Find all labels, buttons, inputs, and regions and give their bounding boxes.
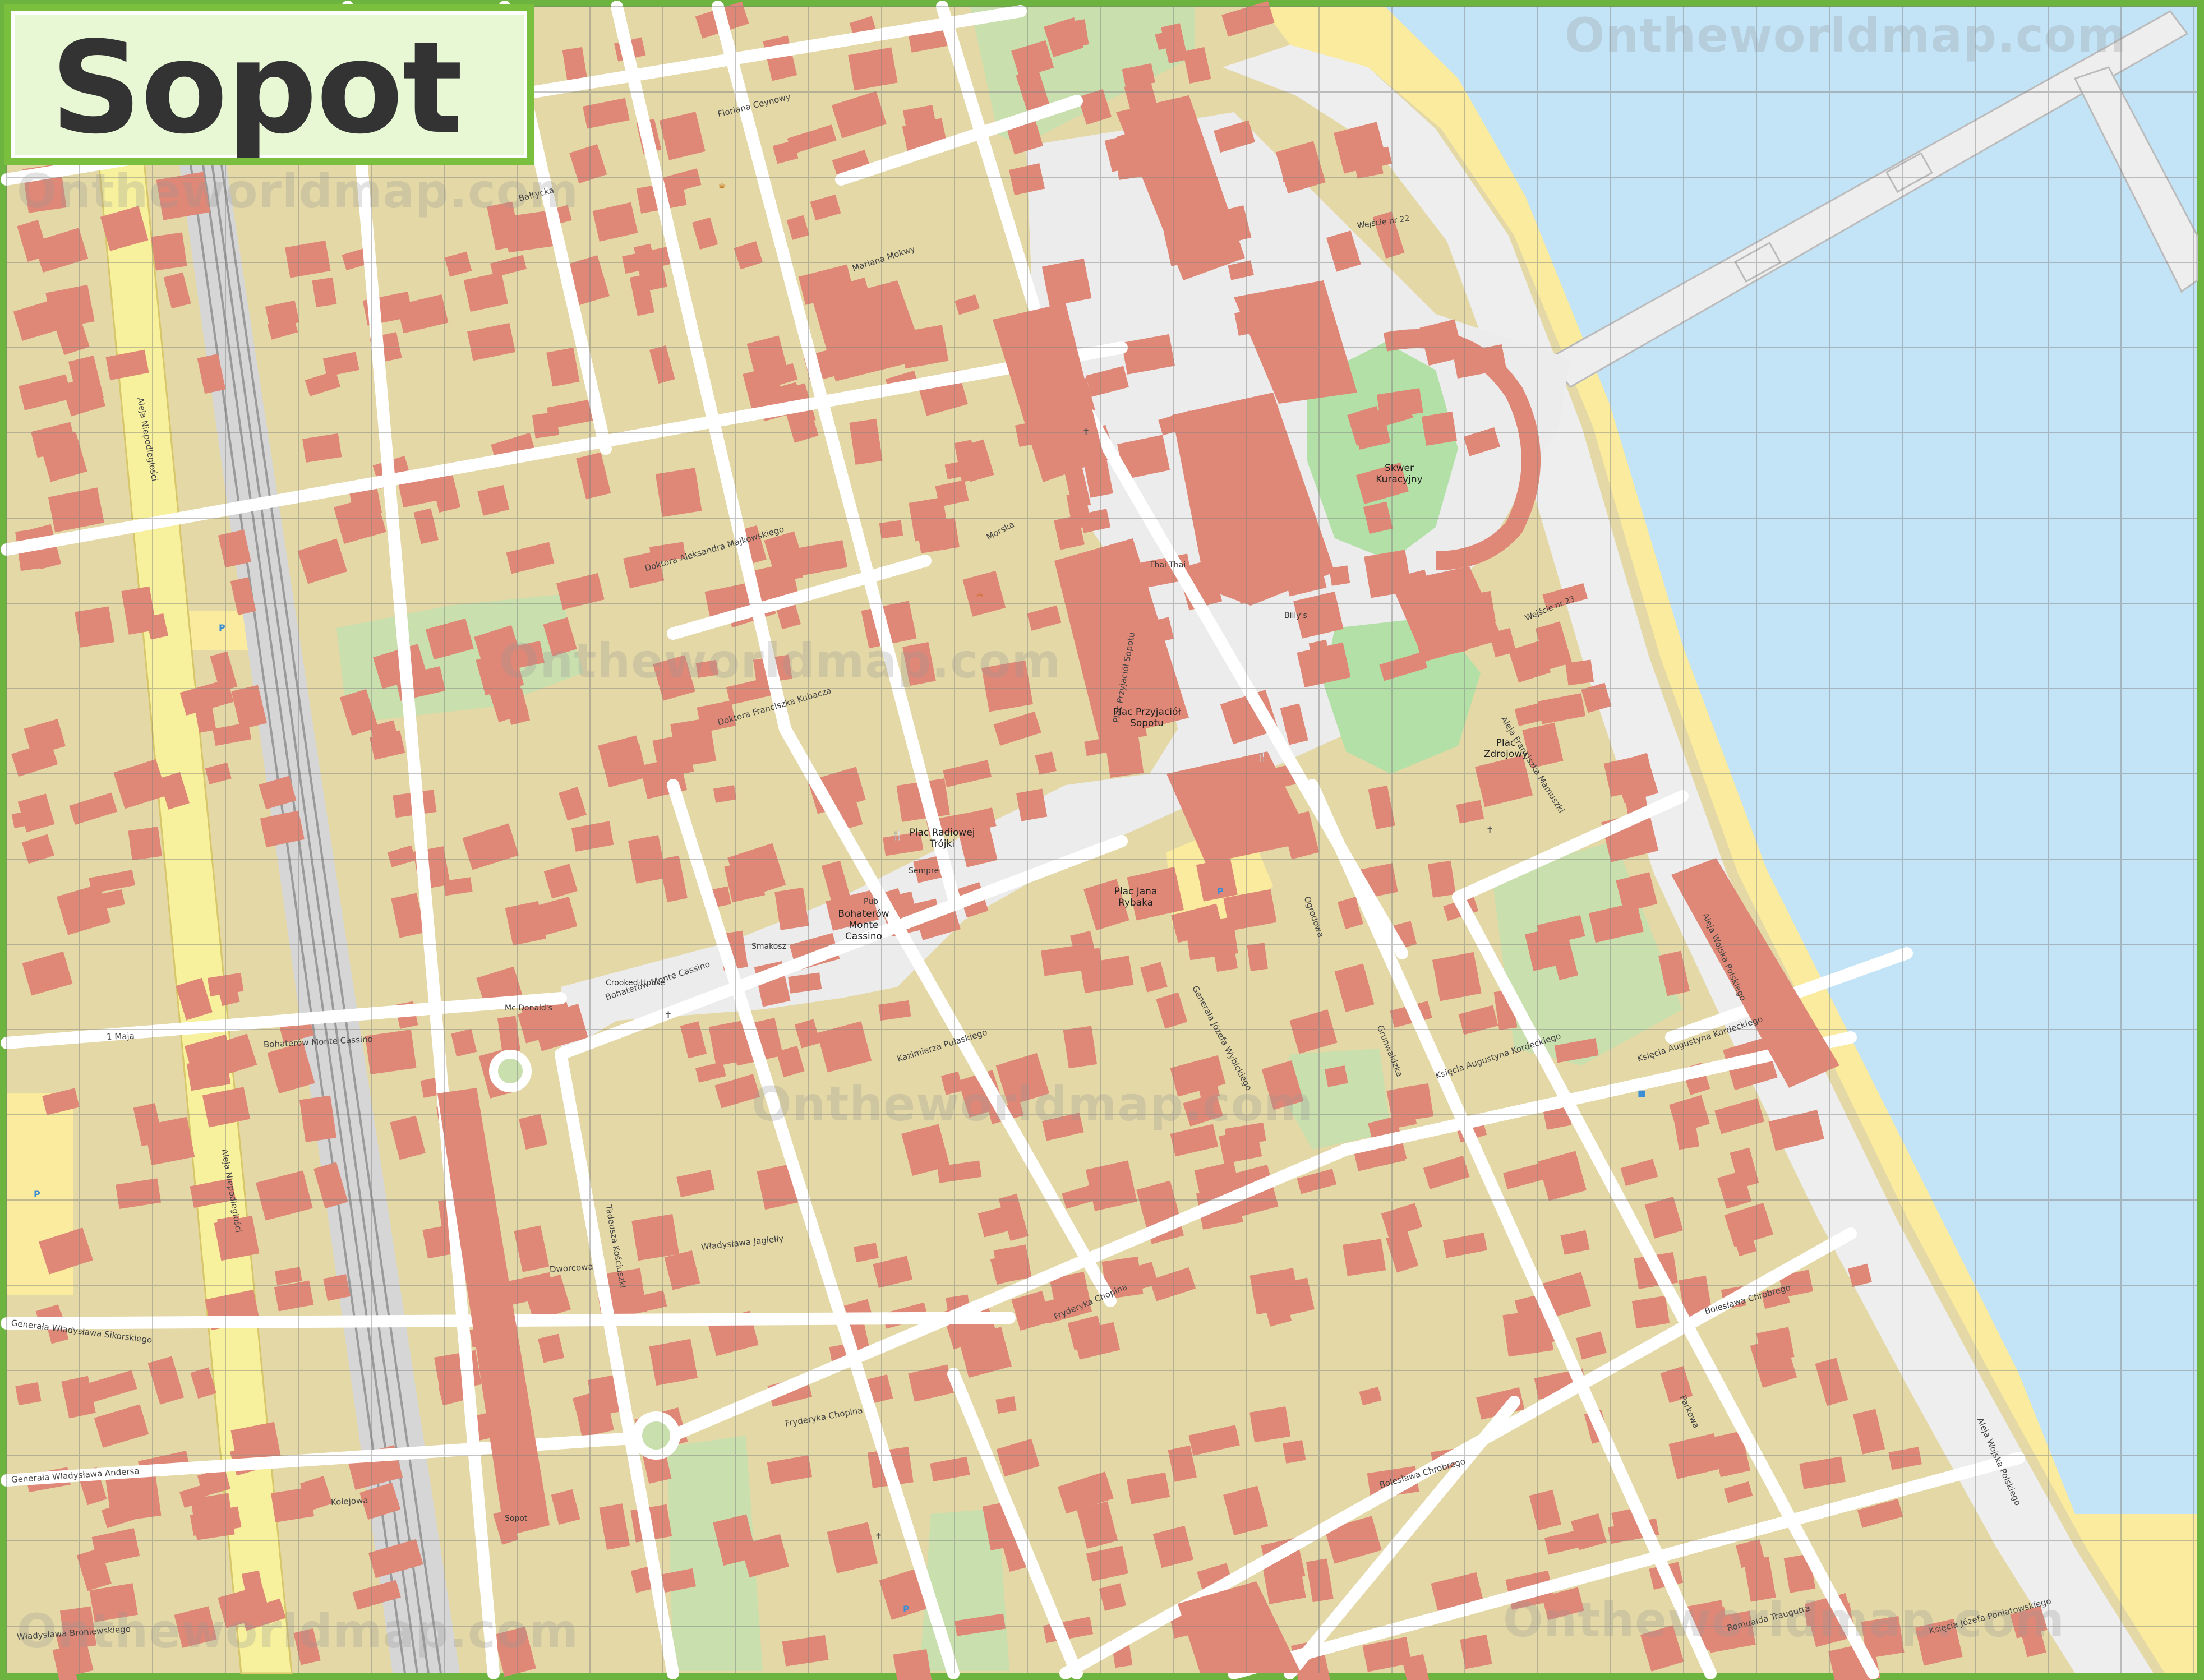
map-graphics xyxy=(0,0,2204,1680)
poi-label[interactable]: Pub xyxy=(864,897,878,906)
watermark: Ontheworldmap.com xyxy=(17,164,579,219)
parking-icon: P xyxy=(34,1189,40,1199)
place-label: Plac Jana Rybaka xyxy=(1114,886,1158,908)
building-block xyxy=(532,412,560,439)
building-block xyxy=(15,1382,42,1406)
place-label: Skwer Kuracyjny xyxy=(1376,463,1423,485)
building-block xyxy=(1063,1026,1098,1069)
building-block xyxy=(879,520,903,539)
place-label: Plac Przyjaciół Sopotu xyxy=(1113,707,1181,729)
building-block xyxy=(365,1030,417,1074)
poi-label[interactable]: Smakosz xyxy=(751,942,786,951)
watermark: Ontheworldmap.com xyxy=(751,1077,1314,1132)
poi-label[interactable]: Crooked House xyxy=(606,979,665,987)
cafe-icon[interactable]: ☕ xyxy=(976,589,984,599)
building-block xyxy=(75,606,115,648)
parking-icon: P xyxy=(219,622,225,633)
place-label: Bohaterów Monte Cassino xyxy=(838,908,889,942)
poi-label[interactable]: Mc Donald's xyxy=(505,1004,552,1013)
building-block xyxy=(909,497,949,542)
building-block xyxy=(144,1116,195,1165)
poi-label[interactable]: Billy's xyxy=(1284,611,1307,620)
building-block xyxy=(848,47,898,91)
building-block xyxy=(323,1274,351,1301)
church-icon[interactable]: ✝ xyxy=(1486,824,1493,835)
place-label: Plac Zdrojowy xyxy=(1483,737,1528,760)
building-block xyxy=(631,1214,680,1261)
building-block xyxy=(1432,952,1482,1001)
building-block xyxy=(1041,259,1092,307)
building-block xyxy=(312,277,337,307)
poi-label[interactable]: Thai Thai xyxy=(1150,561,1186,570)
building-block xyxy=(1343,1239,1386,1276)
poi-label[interactable]: Sempre xyxy=(909,866,939,875)
roundabout-west xyxy=(489,1050,532,1092)
building-block xyxy=(774,887,809,930)
building-block xyxy=(151,232,187,271)
watermark: Ontheworldmap.com xyxy=(1565,8,2127,63)
church-icon[interactable]: ✝ xyxy=(875,1531,882,1541)
building-block xyxy=(649,1339,698,1386)
building-block xyxy=(299,1095,336,1143)
church-icon[interactable]: ✝ xyxy=(665,1009,672,1020)
parking-icon: P xyxy=(1217,886,1224,897)
roundabout xyxy=(632,1411,680,1460)
map-canvas[interactable]: Sopot Ontheworldmap.com Ontheworldmap.co… xyxy=(0,0,2204,1680)
title-box: Sopot xyxy=(4,4,534,165)
building-block xyxy=(1324,1065,1348,1087)
building-block xyxy=(1421,411,1457,446)
building-block xyxy=(1282,1439,1306,1464)
restaurant-icon[interactable]: 🍴 xyxy=(892,830,903,841)
building-block xyxy=(1565,659,1594,686)
building-block xyxy=(1247,943,1268,971)
building-block xyxy=(1631,1295,1670,1329)
bus-stop-icon: ■ xyxy=(1638,1088,1647,1099)
cafe-icon[interactable]: ☕ xyxy=(718,179,726,190)
parking-icon: P xyxy=(903,1604,910,1614)
church-icon[interactable]: ✝ xyxy=(1082,426,1090,437)
map-title: Sopot xyxy=(50,15,463,162)
street-label: 1 Maja xyxy=(106,1031,135,1042)
poi-label[interactable]: Sopot xyxy=(505,1514,527,1523)
restaurant-icon[interactable]: 🍴 xyxy=(1256,751,1267,762)
street-label: Kolejowa xyxy=(330,1495,368,1507)
building-block xyxy=(993,1244,1032,1284)
place-label: Plac Radiowej Trójki xyxy=(909,827,975,850)
watermark: Ontheworldmap.com xyxy=(499,634,1062,689)
building-block xyxy=(1016,788,1048,821)
building-block xyxy=(1104,732,1144,778)
